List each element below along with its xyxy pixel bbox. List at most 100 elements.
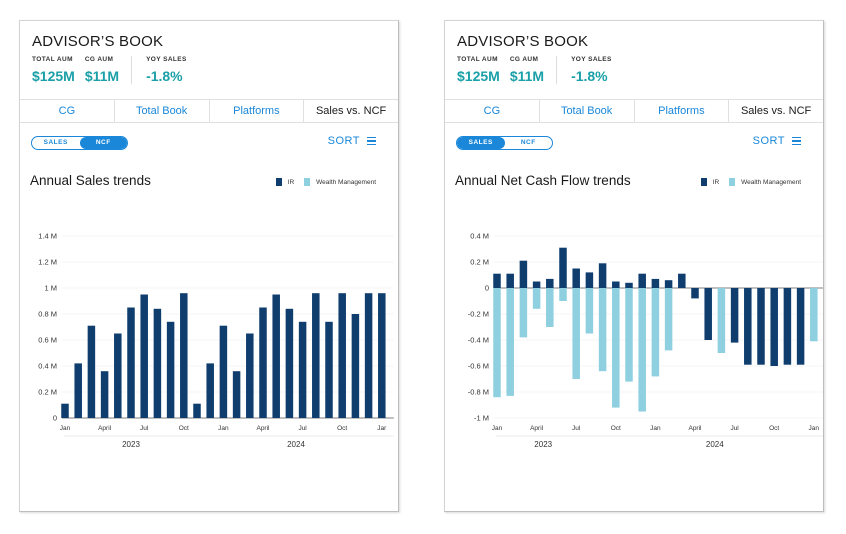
y-tick-label: -0.2 M [468,310,489,319]
bar-ir [730,288,739,343]
stat-cg-aum: CG AUM $11M [510,56,554,84]
bar-wealth [664,288,673,351]
stats-row: TOTAL AUM $125M CG AUM $11M YOY SALES -1… [32,56,197,84]
tab-platforms[interactable]: Platforms [635,100,730,122]
bar-ir [585,272,594,288]
bar-ir [100,371,109,418]
bar-ir [757,288,765,365]
advisor-book-card-ncf: ADVISOR’S BOOK TOTAL AUM $125M CG AUM $1… [444,20,824,512]
legend-swatch-ir [700,178,707,186]
chart-legend: IR Wealth Management [266,178,376,186]
list-icon [792,137,801,145]
bar-ir [153,308,162,418]
bar-wealth [612,288,620,408]
y-tick-label: 0.2 M [470,258,489,267]
x-tick-label: Jar [377,425,387,432]
legend-label: Wealth Management [316,178,376,186]
bar-ir [259,307,267,418]
sales-bar-chart: 0 0.2 M 0.4 M 0.6 M 0.8 M 1 M 1.2 M 1.4 M Jan Apr… [38,232,394,449]
toggle-ncf-option[interactable]: NCF [505,137,553,149]
tab-cg[interactable]: CG [20,100,115,122]
bar-ir [219,325,228,418]
list-icon [367,137,376,145]
x-tick-label: Jan [218,425,229,432]
bar-ir [272,294,280,418]
bar-wealth [810,288,818,342]
legend-item-wealth: Wealth Management [729,178,801,186]
bar-ir [364,293,373,418]
sort-button[interactable]: SORT [328,135,376,147]
tab-platforms[interactable]: Platforms [210,100,305,122]
y-tick-label: -0.4 M [468,336,489,345]
year-label: 2024 [706,440,724,449]
bar-ir [678,273,686,288]
x-tick-label: Jan [809,425,820,432]
bar-wealth [572,288,580,379]
legend-label: IR [287,178,295,186]
tab-total-book[interactable]: Total Book [115,100,210,122]
x-tick-label: Jul [298,425,307,432]
legend-label: Wealth Management [741,178,801,186]
bar-wealth [651,288,660,377]
stat-value: $11M [509,68,545,84]
tab-bar: CG Total Book Platforms Sales vs. NCF [445,99,823,123]
tab-total-book[interactable]: Total Book [540,100,635,122]
chart-title: Annual Sales trends [30,173,151,188]
bar-ir [625,282,633,288]
tab-cg[interactable]: CG [445,100,540,122]
stat-label: YOY SALES [571,56,612,63]
tab-sales-vs-ncf[interactable]: Sales vs. NCF [729,100,823,122]
bar-ir [598,263,607,288]
bar-ir [704,288,712,340]
legend-item-ir: IR [700,178,720,186]
bar-ir [87,325,96,418]
bar-ir [559,247,567,288]
stat-label: CG AUM [509,56,539,63]
sales-ncf-toggle[interactable]: SALES NCF [456,136,553,150]
bar-ir [74,363,82,418]
bar-ir [744,288,752,365]
bar-ir [664,280,673,288]
stat-yoy-sales: YOY SALES -1.8% [556,56,622,84]
bar-ir [61,403,69,418]
tab-sales-vs-ncf[interactable]: Sales vs. NCF [304,100,398,122]
y-tick-label: 1.2 M [38,258,57,267]
bar-ir [246,333,254,418]
year-label: 2023 [122,440,140,449]
x-tick-label: April [98,425,112,432]
bar-wealth [519,288,528,338]
card-title: ADVISOR’S BOOK [32,33,164,50]
legend-swatch-wealth [304,178,311,186]
stat-total-aum: TOTAL AUM $125M [32,56,85,84]
toggle-sales-option[interactable]: SALES [457,137,505,149]
x-tick-label: Jul [140,425,149,432]
x-tick-label: Jul [730,425,739,432]
x-tick-label: Jan [650,425,661,432]
y-tick-label: 0 [485,284,489,293]
sales-ncf-toggle[interactable]: SALES NCF [31,136,128,150]
legend-label: IR [712,178,720,186]
bar-ir [770,288,778,366]
legend-swatch-wealth [729,178,736,186]
stat-value: $125M [457,68,500,84]
stat-value: -1.8% [146,68,183,84]
bar-ir [493,273,501,288]
year-label: 2024 [287,440,305,449]
stat-value: -1.8% [571,68,608,84]
bar-ir [166,321,175,418]
bar-ir [532,281,541,288]
bar-ir [140,294,148,418]
bar-ir [572,268,580,288]
bar-wealth [493,288,501,398]
stat-value: $125M [32,68,75,84]
sort-button[interactable]: SORT [753,135,801,147]
bar-ir [519,260,528,288]
legend-item-ir: IR [275,178,295,186]
stat-total-aum: TOTAL AUM $125M [457,56,510,84]
bar-ir [206,363,214,418]
toggle-sales-option[interactable]: SALES [32,137,80,149]
toggle-ncf-option[interactable]: NCF [79,137,127,149]
stats-row: TOTAL AUM $125M CG AUM $11M YOY SALES -1… [457,56,622,84]
bar-ir [546,278,554,288]
bar-ir [232,371,241,418]
